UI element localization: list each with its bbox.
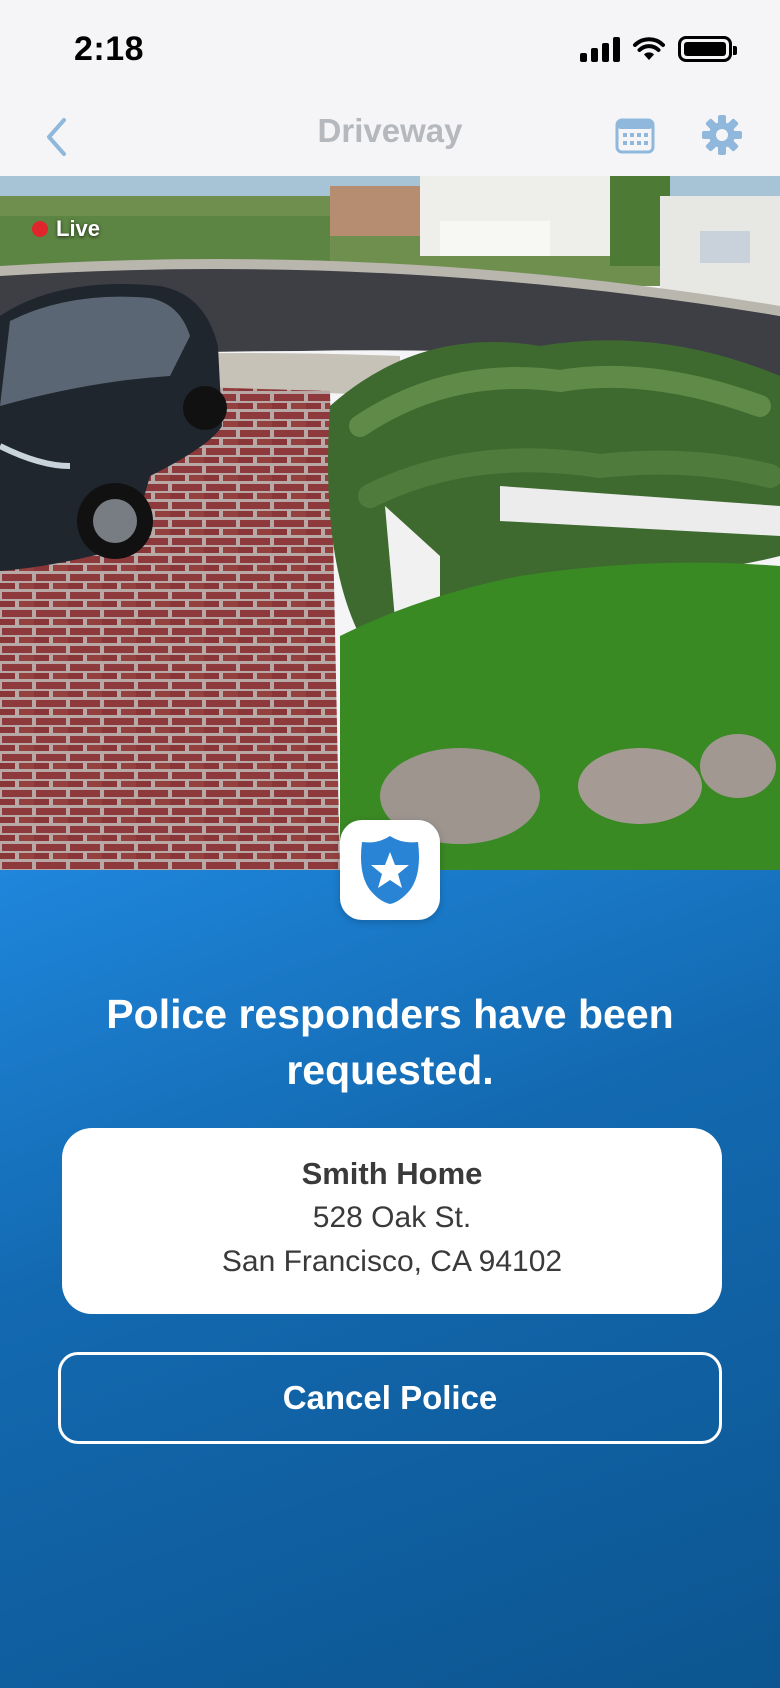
police-badge-tile: [340, 820, 440, 920]
camera-scene-image: [0, 176, 780, 870]
address-card: Smith Home 528 Oak St. San Francisco, CA…: [62, 1128, 722, 1314]
live-indicator: Live: [32, 216, 100, 242]
status-time: 2:18: [74, 30, 145, 68]
settings-button[interactable]: [698, 110, 746, 160]
cancel-police-button[interactable]: Cancel Police: [58, 1352, 722, 1444]
calendar-icon: [615, 118, 655, 154]
calendar-button[interactable]: [612, 110, 658, 160]
status-bar: 2:18: [0, 0, 780, 98]
address-name: Smith Home: [301, 1156, 483, 1191]
nav-bar: Driveway: [0, 98, 780, 176]
alert-title: Police responders have been requested.: [106, 991, 674, 1093]
live-label: Live: [56, 216, 101, 241]
address-street: 528 Oak St.: [312, 1201, 472, 1234]
address-city: San Francisco, CA 94102: [221, 1245, 563, 1278]
gear-icon: [702, 115, 742, 155]
page-title: Driveway: [317, 112, 463, 149]
status-icons: [580, 36, 737, 62]
police-badge-icon: [361, 836, 419, 904]
wifi-icon: [633, 37, 665, 60]
back-chevron-icon: [47, 118, 66, 156]
battery-icon: [678, 36, 737, 62]
live-dot-icon: [32, 221, 48, 237]
back-button[interactable]: [36, 110, 76, 164]
signal-icon: [580, 36, 620, 62]
camera-feed[interactable]: Live: [0, 176, 780, 870]
